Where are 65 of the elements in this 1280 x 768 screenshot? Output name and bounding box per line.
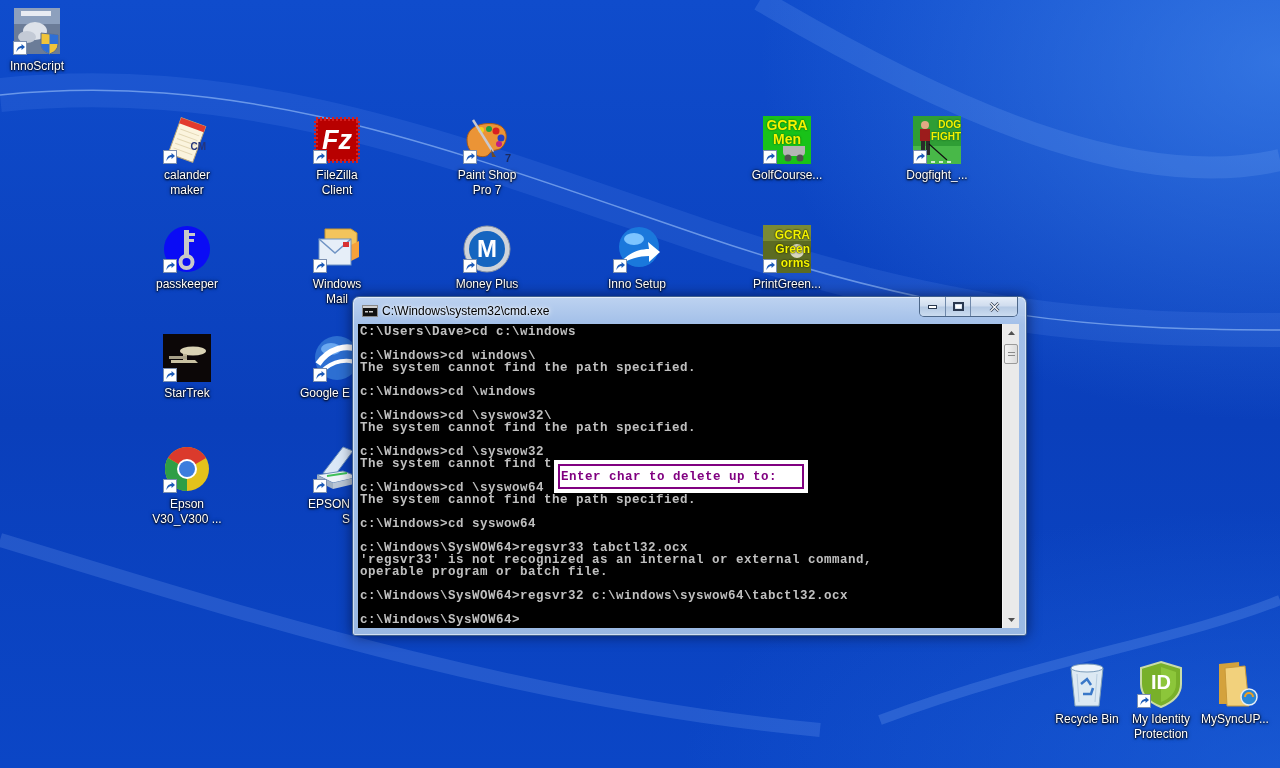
minimize-icon [928,304,937,309]
console-line: c:\Windows>cd \syswow32 [360,446,545,458]
icon-label[interactable]: StarTrek [164,386,210,401]
close-icon [988,301,1000,312]
icon-label[interactable]: Inno Setup [607,277,667,292]
icon-label[interactable]: Recycle Bin [1055,712,1119,727]
console-line: operable program or batch file. [360,566,609,578]
icon-lettering: GCRA [774,228,810,242]
maximize-button[interactable] [946,297,971,316]
console-line: The system cannot find t [360,458,553,470]
icon-label[interactable]: FileZilla Client [306,168,368,198]
icon-label[interactable]: EPSON S [297,497,350,527]
icon-label[interactable]: passkeeper [155,277,218,292]
console-line: c:\Windows\SysWOW64> [360,614,521,626]
console-line: c:\Windows\SysWOW64>regsvr32 c:\windows\syswow64\tabctl32.ocx [360,590,849,602]
icon-label[interactable]: Paint Shop Pro 7 [448,168,526,198]
up-arrow-icon [1007,330,1015,335]
icon-label[interactable]: calander maker [156,168,218,198]
starship-icon[interactable] [163,334,211,382]
icon-lettering: CM [190,142,206,152]
icon-lettering: GCRA [766,118,808,132]
window-title: C:\Windows\system32\cmd.exe [382,303,550,318]
icon-label[interactable]: My Identity Protection [1122,712,1200,742]
icon-lettering: Men [773,132,801,146]
icon-lettering: ID [1151,672,1171,692]
console-line: The system cannot find the path specified. [360,362,697,374]
icon-label[interactable]: Money Plus [455,277,519,292]
golfer-tile-icon[interactable] [913,116,961,164]
icon-label[interactable]: PrintGreen... [753,277,821,292]
icon-label[interactable]: Dogfight_... [906,168,968,183]
icon-label[interactable]: InnoScript [10,59,64,74]
down-arrow-icon [1007,617,1015,622]
maximize-icon [952,302,964,311]
popup-prompt: Enter char to delete up to: [561,471,778,483]
console-line: c:\Windows>cd windows\ [360,350,537,362]
console-line: The system cannot find the path specified. [360,422,697,434]
console-line: c:\Windows>cd \syswow64 [360,482,545,494]
scroll-thumb[interactable] [1004,344,1018,364]
console-icon [362,304,378,317]
icon-label[interactable]: Windows Mail [306,277,368,307]
icon-lettering: 7 [504,153,511,164]
picture-shield-icon[interactable] [13,7,61,55]
close-button[interactable] [971,297,1017,316]
console-line: The system cannot find the path specified. [360,494,697,506]
console-line: C:\Users\Dave>cd c:\windows [360,326,577,338]
console-line: c:\Windows>cd \syswow32\ [360,410,553,422]
console-line: c:\Windows>cd \windows [360,386,537,398]
stamp-tile-icon[interactable] [313,116,361,164]
icon-lettering: Fz [322,126,352,154]
icon-label[interactable]: MySyncUP... [1201,712,1269,727]
vertical-scrollbar[interactable] [1002,324,1019,628]
minimize-button[interactable] [920,297,946,316]
key-icon[interactable] [163,225,211,273]
icon-lettering: M [477,237,497,261]
icon-lettering: FIGHT [931,131,961,143]
golf-cart-tile-icon[interactable] [763,116,811,164]
icon-lettering: orms [780,256,810,270]
segmented-circle-icon[interactable] [163,445,211,493]
icon-label[interactable]: GolfCourse... [751,168,823,183]
console-line: c:\Windows\SysWOW64>regsvr33 tabctl32.ocx [360,542,689,554]
icon-label[interactable]: Google E [299,386,350,401]
console-line: c:\Windows>cd syswow64 [360,518,537,530]
console-line: 'regsvr33' is not recognized as an internal or external command, [360,554,873,566]
icon-lettering: DOG [938,119,961,131]
icon-label[interactable]: Epson V30_V300 ... [148,497,226,527]
